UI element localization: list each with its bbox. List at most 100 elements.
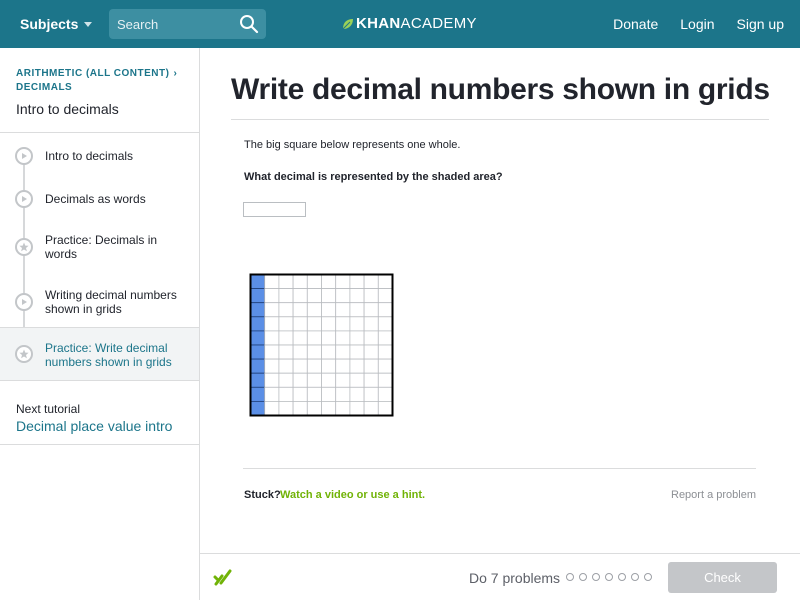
mastery-icon	[213, 569, 232, 586]
grid-cell	[321, 400, 337, 416]
grid-cell	[335, 400, 351, 416]
grid-cell	[335, 316, 351, 332]
grid-cell	[306, 316, 322, 332]
report-problem-link[interactable]: Report a problem	[671, 489, 756, 501]
grid-cell	[292, 400, 308, 416]
sidebar-item-practice-write-decimal-numbers[interactable]: Practice: Write decimal numbers shown in…	[0, 327, 199, 381]
grid-cell	[321, 288, 337, 304]
grid-cell	[363, 316, 379, 332]
play-icon	[15, 147, 33, 165]
sidebar-item-writing-decimal-numbers[interactable]: Writing decimal numbers shown in grids	[0, 283, 199, 321]
sidebar-divider	[0, 444, 199, 445]
signup-link[interactable]: Sign up	[737, 16, 784, 32]
sidebar-item-label: Practice: Decimals in words	[45, 233, 158, 261]
grid-cell	[264, 288, 280, 304]
grid-cell	[306, 302, 322, 318]
hint-link[interactable]: Watch a video or use a hint.	[280, 489, 425, 501]
grid-cell	[349, 386, 365, 402]
sidebar-item-practice-decimals-in-words[interactable]: Practice: Decimals in words	[0, 228, 199, 266]
grid-cell	[264, 358, 280, 374]
answer-input[interactable]	[243, 202, 306, 217]
logo-khan-text: KHAN	[356, 15, 401, 32]
grid-cell	[335, 386, 351, 402]
grid-cell-shaded	[250, 372, 266, 388]
sidebar-item-label: Practice: Write decimal numbers shown in…	[45, 341, 172, 369]
breadcrumb-decimals-link[interactable]: DECIMALS	[16, 81, 177, 95]
grid-cell	[264, 386, 280, 402]
grid-cell	[335, 344, 351, 360]
grid-cell	[363, 400, 379, 416]
sidebar-item-decimals-as-words[interactable]: Decimals as words	[0, 186, 199, 212]
grid-cell	[278, 400, 294, 416]
donate-link[interactable]: Donate	[613, 16, 658, 32]
sidebar-item-intro-to-decimals[interactable]: Intro to decimals	[0, 143, 199, 169]
grid-cell	[349, 288, 365, 304]
grid-cell	[335, 372, 351, 388]
grid-cell	[292, 274, 308, 290]
do-problems-label: Do 7 problems	[469, 570, 561, 586]
grid-cell	[292, 386, 308, 402]
problem-question: What decimal is represented by the shade…	[244, 171, 503, 183]
progress-dot	[618, 573, 626, 581]
grid-cell-shaded	[250, 400, 266, 416]
grid-cell-shaded	[250, 344, 266, 360]
grid-cell	[264, 330, 280, 346]
chevron-down-icon	[84, 21, 93, 27]
grid-cell	[349, 358, 365, 374]
grid-cell	[335, 330, 351, 346]
grid-cell	[363, 274, 379, 290]
grid-cell	[363, 358, 379, 374]
grid-cell	[306, 386, 322, 402]
grid-cell	[377, 288, 393, 304]
subjects-menu-button[interactable]: Subjects	[20, 16, 93, 32]
grid-cell	[264, 400, 280, 416]
problem-statement: The big square below represents one whol…	[244, 139, 461, 151]
grid-cell	[377, 358, 393, 374]
play-icon	[15, 293, 33, 311]
breadcrumb-arithmetic-link[interactable]: ARITHMETIC (ALL CONTENT)	[16, 68, 169, 79]
grid-cell	[349, 302, 365, 318]
tutorial-sidebar: ARITHMETIC (ALL CONTENT) › DECIMALS Intro…	[0, 48, 200, 600]
star-icon	[15, 238, 33, 256]
grid-cell	[306, 344, 322, 360]
grid-cell	[349, 274, 365, 290]
progress-dot	[592, 573, 600, 581]
grid-cell	[363, 386, 379, 402]
khan-academy-logo[interactable]: KHAN ACADEMY	[342, 15, 477, 32]
grid-cell	[278, 316, 294, 332]
login-link[interactable]: Login	[680, 16, 714, 32]
grid-cell	[335, 302, 351, 318]
grid-cell	[377, 400, 393, 416]
title-divider	[231, 119, 769, 120]
grid-cell	[349, 400, 365, 416]
next-tutorial-link[interactable]: Decimal place value intro	[16, 418, 172, 434]
sidebar-item-label: Decimals as words	[45, 192, 146, 206]
leaf-icon	[342, 18, 353, 29]
grid-cell	[321, 330, 337, 346]
grid-cell	[335, 358, 351, 374]
grid-cell	[292, 316, 308, 332]
search-icon[interactable]	[239, 14, 259, 34]
grid-cell	[278, 344, 294, 360]
grid-cell	[264, 344, 280, 360]
check-button[interactable]: Check	[668, 562, 777, 593]
grid-cell	[363, 372, 379, 388]
exercise-footer: Do 7 problems Check	[200, 553, 800, 600]
progress-dot	[566, 573, 574, 581]
grid-cell	[349, 344, 365, 360]
grid-cell	[306, 274, 322, 290]
search-input[interactable]	[109, 9, 234, 39]
grid-cell	[264, 274, 280, 290]
progress-dot	[579, 573, 587, 581]
progress-dot	[605, 573, 613, 581]
grid-cell	[306, 358, 322, 374]
subjects-label: Subjects	[20, 16, 79, 32]
grid-cell	[292, 344, 308, 360]
grid-cell	[363, 302, 379, 318]
grid-cell-shaded	[250, 274, 266, 290]
breadcrumb: ARITHMETIC (ALL CONTENT) › DECIMALS	[16, 67, 177, 95]
grid-figure	[249, 273, 394, 417]
sidebar-item-label: Intro to decimals	[45, 149, 134, 163]
next-tutorial-label: Next tutorial	[16, 402, 81, 416]
grid-cell-shaded	[250, 386, 266, 402]
